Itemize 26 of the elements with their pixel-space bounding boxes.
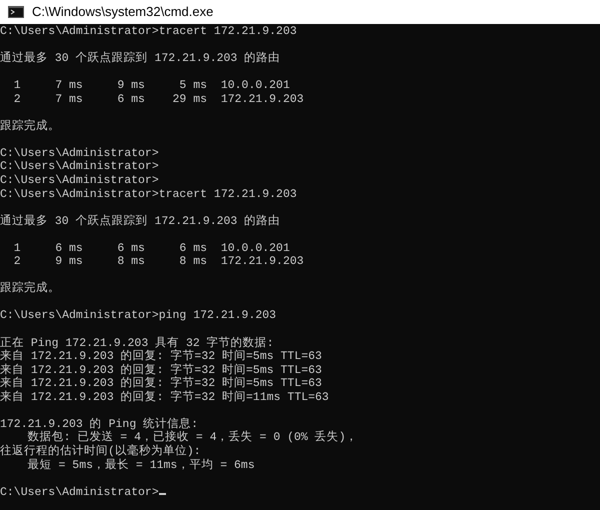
console-line: 来自 172.21.9.203 的回复: 字节=32 时间=5ms TTL=63 [0, 377, 322, 390]
console-line: 通过最多 30 个跃点跟踪到 172.21.9.203 的路由 [0, 52, 280, 66]
window-title: C:\Windows\system32\cmd.exe [32, 3, 214, 22]
console-icon [8, 6, 24, 18]
console-line: 1 6 ms 6 ms 6 ms 10.0.0.201 [12, 242, 290, 255]
console-line: 数据包: 已发送 = 4，已接收 = 4，丢失 = 0 (0% 丢失)， [26, 431, 358, 444]
console-line: 通过最多 30 个跃点跟踪到 172.21.9.203 的路由 [0, 214, 280, 228]
console-line: C:\Users\Administrator> [0, 486, 159, 499]
console-line: 来自 172.21.9.203 的回复: 字节=32 时间=11ms TTL=63 [0, 390, 329, 404]
console-line: C:\Users\Administrator> [0, 146, 159, 160]
console-line: C:\Users\Administrator>tracert 172.21.9.203 [0, 25, 297, 38]
console-line: 正在 Ping 172.21.9.203 具有 32 字节的数据: [0, 336, 274, 350]
console-line: 2 7 ms 6 ms 29 ms 172.21.9.203 [12, 92, 304, 106]
console-line: 来自 172.21.9.203 的回复: 字节=32 时间=5ms TTL=63 [0, 350, 322, 364]
console-line: 跟踪完成。 [0, 282, 60, 296]
console-line: C:\Users\Administrator>tracert 172.21.9.203 [0, 188, 297, 201]
console-line: C:\Users\Administrator>ping 172.21.9.203 [0, 309, 276, 322]
console-line: 来自 172.21.9.203 的回复: 字节=32 时间=5ms TTL=63 [0, 364, 322, 377]
console-line: 往返行程的估计时间(以毫秒为单位): [0, 444, 201, 458]
console-line: 2 9 ms 8 ms 8 ms 172.21.9.203 [12, 255, 304, 268]
console-line: 172.21.9.203 的 Ping 统计信息: [0, 418, 198, 431]
console-line: C:\Users\Administrator> [0, 174, 159, 188]
console-line: 跟踪完成。 [0, 120, 60, 133]
console-line: C:\Users\Administrator> [0, 160, 159, 174]
console-line: 1 7 ms 9 ms 5 ms 10.0.0.201 [12, 79, 290, 92]
console-line: 最短 = 5ms，最长 = 11ms，平均 = 6ms [26, 458, 255, 472]
